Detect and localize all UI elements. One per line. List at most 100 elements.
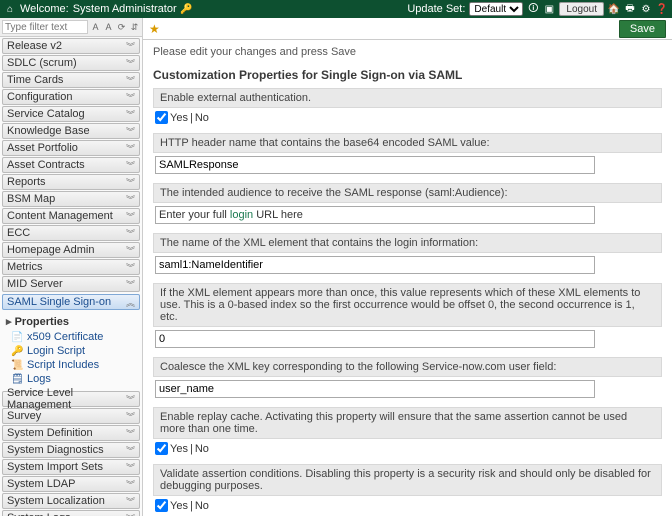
- chevron-down-icon: ︾: [126, 108, 135, 121]
- home-icon[interactable]: ⌂: [4, 3, 16, 15]
- nav-item-label: Service Catalog: [7, 108, 85, 120]
- nav-item-label: Content Management: [7, 210, 113, 222]
- nav-item-label: Asset Portfolio: [7, 142, 78, 154]
- update-set-view-icon[interactable]: 🛈: [527, 3, 539, 15]
- nav-item-label: Metrics: [7, 261, 42, 273]
- help-icon[interactable]: ❓: [656, 3, 668, 15]
- chevron-down-icon: ︾: [126, 444, 135, 457]
- certificate-icon: 📄: [12, 332, 23, 343]
- chevron-down-icon: ︾: [126, 495, 135, 508]
- chevron-down-icon: ︾: [126, 142, 135, 155]
- nav-item-label: SAML Single Sign-on: [7, 296, 111, 308]
- nav-item[interactable]: Service Catalog ︾: [2, 106, 140, 122]
- nav-item[interactable]: Homepage Admin︾: [2, 242, 140, 258]
- nav-item-label: System Import Sets: [7, 461, 103, 473]
- nav-item[interactable]: System Diagnostics︾: [2, 442, 140, 458]
- nav-sub-header: ▸ Properties: [6, 313, 136, 330]
- welcome-username: System Administrator: [73, 3, 177, 15]
- logout-button[interactable]: Logout: [559, 2, 604, 16]
- nav-item-saml-sso[interactable]: SAML Single Sign-on ︽: [2, 294, 140, 310]
- nav-item[interactable]: Time Cards ︾: [2, 72, 140, 88]
- nav-sub-item-label: x509 Certificate: [27, 331, 103, 343]
- chevron-down-icon: ︾: [126, 227, 135, 240]
- nav-item[interactable]: Reports︾: [2, 174, 140, 190]
- nav-item[interactable]: MID Server︾: [2, 276, 140, 292]
- prop-label: Validate assertion conditions. Disabling…: [153, 464, 662, 496]
- nav-item-label: Survey: [7, 410, 41, 422]
- xml-index-input[interactable]: [155, 330, 595, 348]
- chevron-down-icon: ︾: [126, 210, 135, 223]
- log-icon: 🗒: [12, 374, 23, 385]
- nav-sub-item-label: Script Includes: [27, 359, 99, 371]
- nav-item-label: Service Level Management: [7, 387, 126, 411]
- nav-item-label: System Localization: [7, 495, 105, 507]
- gear-icon[interactable]: ⚙: [640, 3, 652, 15]
- prop-label: The intended audience to receive the SAM…: [153, 183, 662, 203]
- coalesce-field-input[interactable]: [155, 380, 595, 398]
- collapse-all-icon[interactable]: ⇵: [129, 22, 140, 33]
- nav-item[interactable]: Metrics︾: [2, 259, 140, 275]
- print-icon[interactable]: 🖶: [624, 3, 636, 15]
- nav-item-label: Configuration: [7, 91, 72, 103]
- nav-item-label: System Definition: [7, 427, 93, 439]
- nav-item-label: Time Cards: [7, 74, 63, 86]
- replay-cache-checkbox[interactable]: [155, 442, 168, 455]
- prop-label: HTTP header name that contains the base6…: [153, 133, 662, 153]
- http-header-input[interactable]: [155, 156, 595, 174]
- nav-item[interactable]: System LDAP︾: [2, 476, 140, 492]
- nav-item[interactable]: ECC︾: [2, 225, 140, 241]
- nav-sub-item[interactable]: 📜Script Includes: [6, 358, 136, 372]
- refresh-icon[interactable]: ⟳: [116, 22, 127, 33]
- nav-filter-input[interactable]: [2, 20, 88, 34]
- chevron-down-icon: ︾: [126, 125, 135, 138]
- chevron-down-icon: ︾: [126, 512, 135, 516]
- save-button-top[interactable]: Save: [619, 20, 666, 38]
- assertion-conditions-checkbox[interactable]: [155, 499, 168, 512]
- chevron-up-icon: ︽: [126, 296, 135, 309]
- nav-item-label: Asset Contracts: [7, 159, 85, 171]
- nav-item[interactable]: Release v2 ︾: [2, 38, 140, 54]
- update-set-select[interactable]: Default: [469, 2, 523, 16]
- star-icon[interactable]: ★: [149, 22, 160, 36]
- xml-element-input[interactable]: [155, 256, 595, 274]
- nav-item-label: Release v2: [7, 40, 62, 52]
- nav-item-label: System Logs: [7, 512, 71, 516]
- nav-sub-item[interactable]: 🗒 Logs: [6, 372, 136, 386]
- edit-hint: Please edit your changes and press Save: [153, 46, 662, 58]
- content-header: ★ Save: [143, 18, 672, 40]
- nav-item[interactable]: System Logs ︾: [2, 510, 140, 516]
- nav-item[interactable]: Knowledge Base︾: [2, 123, 140, 139]
- nav-item[interactable]: Asset Contracts︾: [2, 157, 140, 173]
- nav-item[interactable]: Service Level Management︾: [2, 391, 140, 407]
- nav-item[interactable]: Asset Portfolio ︾: [2, 140, 140, 156]
- prop-label: If the XML element appears more than onc…: [153, 283, 662, 327]
- font-smaller-icon[interactable]: A: [90, 22, 101, 33]
- update-set-new-icon[interactable]: ▣: [543, 3, 555, 15]
- nav-sub-item-label: Logs: [27, 373, 51, 385]
- chevron-down-icon: ︾: [126, 278, 135, 291]
- home2-icon[interactable]: 🏠: [608, 3, 620, 15]
- nav-item-label: Homepage Admin: [7, 244, 94, 256]
- nav-item[interactable]: System Import Sets︾: [2, 459, 140, 475]
- nav-item-label: BSM Map: [7, 193, 55, 205]
- nav-item[interactable]: Content Management ︾: [2, 208, 140, 224]
- chevron-down-icon: ︾: [126, 74, 135, 87]
- key-icon[interactable]: 🔑: [181, 3, 193, 15]
- font-larger-icon[interactable]: A: [103, 22, 114, 33]
- login-link[interactable]: login: [230, 209, 253, 221]
- chevron-down-icon: ︾: [126, 40, 135, 53]
- prop-label: Enable replay cache. Activating this pro…: [153, 407, 662, 439]
- nav-sub-item-label: Login Script: [27, 345, 85, 357]
- nav-sub-item[interactable]: 📄 x509 Certificate: [6, 330, 136, 344]
- audience-input[interactable]: Enter your full login URL here: [155, 206, 595, 224]
- nav-item[interactable]: SDLC (scrum)︾: [2, 55, 140, 71]
- banner-right: Update Set: Default 🛈 ▣ Logout 🏠 🖶 ⚙ ❓: [407, 2, 668, 16]
- nav-sub-item[interactable]: 🔑Login Script: [6, 344, 136, 358]
- nav-item[interactable]: BSM Map︾: [2, 191, 140, 207]
- nav-item[interactable]: Configuration ︾: [2, 89, 140, 105]
- nav-item[interactable]: System Definition︾: [2, 425, 140, 441]
- chevron-down-icon: ︾: [126, 91, 135, 104]
- enable-external-auth-checkbox[interactable]: [155, 111, 168, 124]
- chevron-down-icon: ︾: [126, 176, 135, 189]
- nav-item[interactable]: System Localization ︾: [2, 493, 140, 509]
